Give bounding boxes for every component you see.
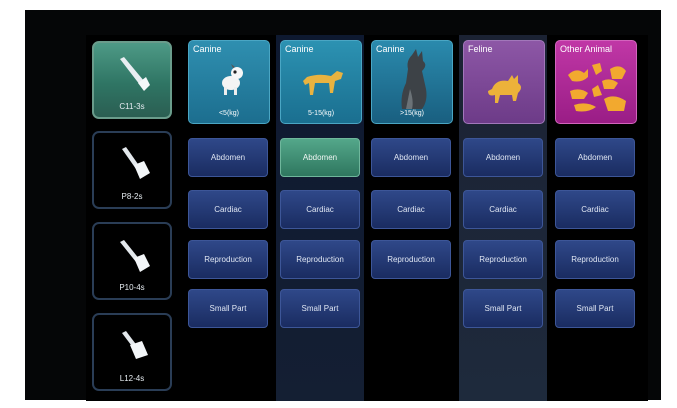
probe-c11-3s[interactable]: C11-3s: [92, 41, 172, 119]
exam-button-reproduction[interactable]: Reproduction: [280, 240, 360, 279]
species-weight: 5-15(kg): [307, 110, 335, 117]
species-title: Canine: [193, 44, 222, 54]
exam-button-abdomen[interactable]: Abdomen: [463, 138, 543, 177]
probe-name: P10-4s: [119, 283, 145, 292]
probe-p8-2s[interactable]: P8-2s: [92, 131, 172, 209]
exam-button-abdomen[interactable]: Abdomen: [280, 138, 360, 177]
probe-p10-4s[interactable]: P10-4s: [92, 222, 172, 300]
exam-button-cardiac[interactable]: Cardiac: [555, 190, 635, 229]
medium-dog-icon: [303, 71, 343, 95]
phased-probe-icon: [120, 240, 150, 272]
probe-l12-4s[interactable]: L12-4s: [92, 313, 172, 391]
species-weight: <5(kg): [218, 110, 240, 117]
species-canine-small[interactable]: Canine <5(kg): [188, 40, 270, 124]
exam-button-reproduction[interactable]: Reproduction: [188, 240, 268, 279]
phased-probe-icon: [122, 147, 150, 179]
exam-button-cardiac[interactable]: Cardiac: [188, 190, 268, 229]
large-dog-icon: [401, 49, 427, 109]
exam-button-abdomen[interactable]: Abdomen: [371, 138, 451, 177]
exam-button-reproduction[interactable]: Reproduction: [463, 240, 543, 279]
exam-button-abdomen[interactable]: Abdomen: [188, 138, 268, 177]
linear-probe-icon: [122, 331, 148, 359]
species-feline[interactable]: Feline: [463, 40, 545, 124]
exam-button-abdomen[interactable]: Abdomen: [555, 138, 635, 177]
exam-button-cardiac[interactable]: Cardiac: [371, 190, 451, 229]
exam-button-small-part[interactable]: Small Part: [188, 289, 268, 328]
exam-button-cardiac[interactable]: Cardiac: [280, 190, 360, 229]
species-canine-medium[interactable]: Canine 5-15(kg): [280, 40, 362, 124]
exam-button-cardiac[interactable]: Cardiac: [463, 190, 543, 229]
preset-column-feline: Feline Abdomen Cardiac Reproduction Smal…: [459, 35, 547, 401]
probe-name: L12-4s: [119, 374, 145, 383]
cat-icon: [488, 75, 521, 103]
species-title: Canine: [285, 44, 314, 54]
species-other-animal[interactable]: Other Animal: [555, 40, 637, 124]
preset-column-canine-medium: Canine 5-15(kg) Abdomen Cardiac Reproduc…: [276, 35, 364, 401]
exam-button-reproduction[interactable]: Reproduction: [371, 240, 451, 279]
preset-screen: C11-3s P8-2s P10-4s L12-4s Canine <5(kg)…: [86, 35, 648, 401]
exam-button-reproduction[interactable]: Reproduction: [555, 240, 635, 279]
species-canine-large[interactable]: Canine >15(kg): [371, 40, 453, 124]
convex-probe-icon: [120, 57, 150, 91]
preset-column-other-animal: Other Animal Abdomen Cardiac Reproductio…: [551, 35, 639, 401]
small-dog-icon: [222, 64, 243, 95]
exam-button-small-part[interactable]: Small Part: [280, 289, 360, 328]
other-animals-icon: [568, 63, 626, 112]
probe-name: C11-3s: [119, 102, 145, 111]
device-frame: C11-3s P8-2s P10-4s L12-4s Canine <5(kg)…: [25, 10, 661, 401]
exam-button-small-part[interactable]: Small Part: [463, 289, 543, 328]
exam-button-small-part[interactable]: Small Part: [555, 289, 635, 328]
species-weight: >15(kg): [400, 110, 424, 117]
probe-name: P8-2s: [121, 192, 143, 201]
preset-column-canine-small: Canine <5(kg) Abdomen Cardiac Reproducti…: [184, 35, 272, 401]
species-title: Feline: [468, 44, 493, 54]
preset-column-canine-large: Canine >15(kg) Abdomen Cardiac Reproduct…: [367, 35, 455, 401]
species-title: Other Animal: [560, 44, 613, 54]
